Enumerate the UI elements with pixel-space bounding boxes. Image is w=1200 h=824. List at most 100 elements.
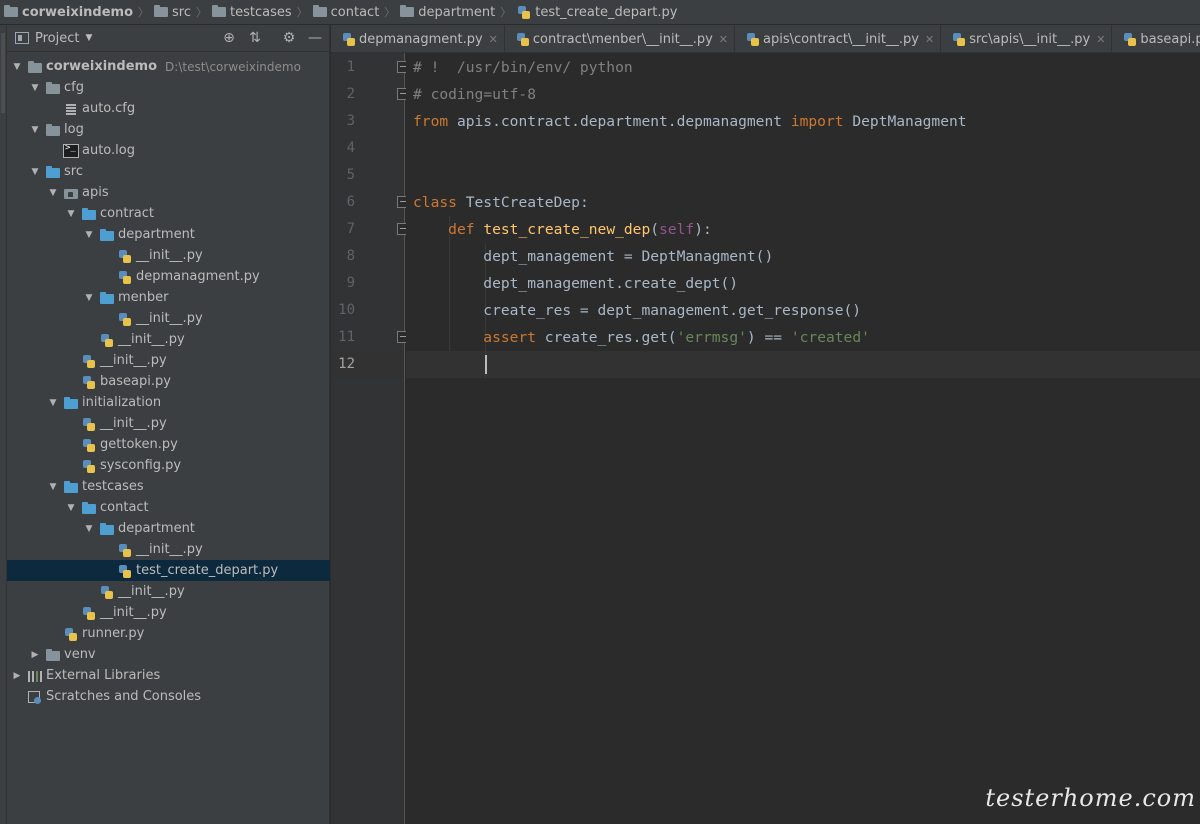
code-token: create_res = dept_management.get_respons… (413, 302, 862, 319)
hide-panel-icon[interactable]: — (307, 30, 323, 46)
line-number: 8 (346, 248, 355, 264)
editor-tab[interactable]: depmanagment.py ✕ (331, 25, 505, 52)
breadcrumb-item[interactable]: testcases (212, 5, 292, 20)
tree-item[interactable]: ▶ venv (7, 644, 330, 665)
expand-arrow-icon[interactable]: ▼ (47, 398, 59, 408)
breadcrumb-item[interactable]: department (400, 5, 495, 20)
code-line: class TestCreateDep: (413, 189, 589, 216)
chevron-down-icon[interactable]: ▼ (85, 33, 92, 43)
tree-item[interactable]: __init__.py (7, 581, 330, 602)
breadcrumb-item[interactable]: src (154, 5, 191, 20)
tree-item[interactable]: __init__.py (7, 329, 330, 350)
package-icon (63, 186, 79, 200)
tree-item[interactable]: auto.log (7, 140, 330, 161)
tree-item[interactable]: ▼ contact (7, 497, 330, 518)
breadcrumb-item[interactable]: test_create_depart.py (516, 5, 677, 20)
tree-item[interactable]: __init__.py (7, 413, 330, 434)
folder-icon (154, 5, 169, 17)
expand-arrow-icon[interactable]: ▼ (65, 503, 77, 513)
project-view-selector[interactable]: Project (35, 31, 79, 46)
source-folder-icon (63, 480, 79, 494)
breadcrumb: corweixindemo 〉 src 〉 testcases 〉 contact 〉 depa… (0, 0, 1200, 25)
editor-tab[interactable]: apis\contract\__init__.py ✕ (735, 25, 942, 52)
tree-item[interactable]: ▼ apis (7, 182, 330, 203)
breadcrumb-label: corweixindemo (22, 4, 134, 20)
tree-item[interactable]: ▼ department (7, 518, 330, 539)
gear-icon[interactable]: ⚙ (281, 30, 297, 46)
source-folder-icon (81, 207, 97, 221)
locate-file-icon[interactable]: ⊕ (221, 30, 237, 46)
breadcrumb-item[interactable]: corweixindemo (4, 5, 133, 20)
project-tool-tab[interactable] (1, 33, 5, 113)
code-editor[interactable]: # ! /usr/bin/env/ python # coding=utf-8 fr… (406, 53, 1200, 824)
tree-item[interactable]: __init__.py (7, 245, 330, 266)
tree-item[interactable]: sysconfig.py (7, 455, 330, 476)
tree-item[interactable]: __init__.py (7, 350, 330, 371)
code-token: import (790, 113, 844, 130)
tree-item[interactable]: ▶ External Libraries (7, 665, 330, 686)
tree-item[interactable]: ▼ src (7, 161, 330, 182)
code-line: assert create_res.get('errmsg') == 'crea… (413, 324, 870, 351)
line-number: 1 (346, 59, 355, 75)
breadcrumb-label: testcases (230, 4, 292, 20)
close-icon[interactable]: ✕ (1096, 33, 1105, 46)
tree-item[interactable]: Scratches and Consoles (7, 686, 330, 707)
tree-item[interactable]: ▼ menber (7, 287, 330, 308)
tree-item[interactable]: ▼ initialization (7, 392, 330, 413)
tree-item[interactable]: ▼ testcases (7, 476, 330, 497)
tree-item[interactable]: ▼ department (7, 224, 330, 245)
tree-item-label: auto.log (82, 143, 135, 158)
close-icon[interactable]: ✕ (489, 33, 498, 46)
collapse-all-icon[interactable]: ⇅ (247, 30, 263, 46)
tree-item[interactable]: depmanagment.py (7, 266, 330, 287)
tree-item[interactable]: ▼ log (7, 119, 330, 140)
tree-item[interactable]: __init__.py (7, 539, 330, 560)
expand-arrow-icon[interactable]: ▼ (47, 482, 59, 492)
collapse-arrow-icon[interactable]: ▶ (29, 650, 41, 660)
editor-tab[interactable]: contract\menber\__init__.py ✕ (505, 25, 735, 52)
breadcrumb-label: contact (330, 4, 380, 20)
expand-arrow-icon[interactable]: ▼ (11, 62, 23, 72)
expand-arrow-icon[interactable]: ▼ (83, 293, 95, 303)
code-line: from apis.contract.department.depmanagme… (413, 108, 967, 135)
breadcrumb-item[interactable]: contact (312, 4, 380, 20)
python-file-icon (117, 270, 133, 284)
tree-item[interactable]: baseapi.py (7, 371, 330, 392)
scratches-icon (27, 690, 43, 704)
tree-item[interactable]: gettoken.py (7, 434, 330, 455)
current-line-highlight (406, 351, 1200, 378)
expand-arrow-icon[interactable]: ▼ (29, 125, 41, 135)
close-icon[interactable]: ✕ (719, 33, 728, 46)
tree-item[interactable]: auto.cfg (7, 98, 330, 119)
python-file-icon (63, 627, 79, 641)
tree-item[interactable]: __init__.py (7, 308, 330, 329)
tree-item[interactable]: ▼ cfg (7, 77, 330, 98)
tree-item-label: corweixindemo (46, 59, 158, 74)
expand-arrow-icon[interactable]: ▼ (29, 167, 41, 177)
breadcrumb-separator: 〉 (296, 6, 308, 19)
expand-arrow-icon[interactable]: ▼ (47, 188, 59, 198)
tree-item-label: apis (82, 185, 109, 200)
project-view-icon (15, 32, 29, 44)
tree-item[interactable]: test_create_depart.py (7, 560, 330, 581)
collapse-arrow-icon[interactable]: ▶ (11, 671, 23, 681)
expand-arrow-icon[interactable]: ▼ (83, 230, 95, 240)
python-file-icon (117, 543, 133, 557)
editor-tab[interactable]: src\apis\__init__.py ✕ (941, 25, 1113, 52)
tree-item-label: contract (100, 206, 154, 221)
tree-item[interactable]: runner.py (7, 623, 330, 644)
tree-item[interactable]: __init__.py (7, 602, 330, 623)
python-file-icon (81, 354, 97, 368)
expand-arrow-icon[interactable]: ▼ (29, 83, 41, 93)
expand-arrow-icon[interactable]: ▼ (65, 209, 77, 219)
editor-tab[interactable]: baseapi.py✕ (1112, 25, 1200, 52)
line-number: 11 (338, 329, 355, 345)
tree-item-label: __init__.py (100, 605, 167, 620)
tree-item[interactable]: ▼ corweixindemo D:\test\corweixindemo (7, 56, 330, 77)
python-file-icon (117, 249, 133, 263)
expand-arrow-icon[interactable]: ▼ (83, 524, 95, 534)
code-token: # ! /usr/bin/env/ python (413, 59, 633, 76)
tree-item[interactable]: ▼ contract (7, 203, 330, 224)
close-icon[interactable]: ✕ (925, 33, 934, 46)
line-number: 10 (338, 302, 355, 318)
